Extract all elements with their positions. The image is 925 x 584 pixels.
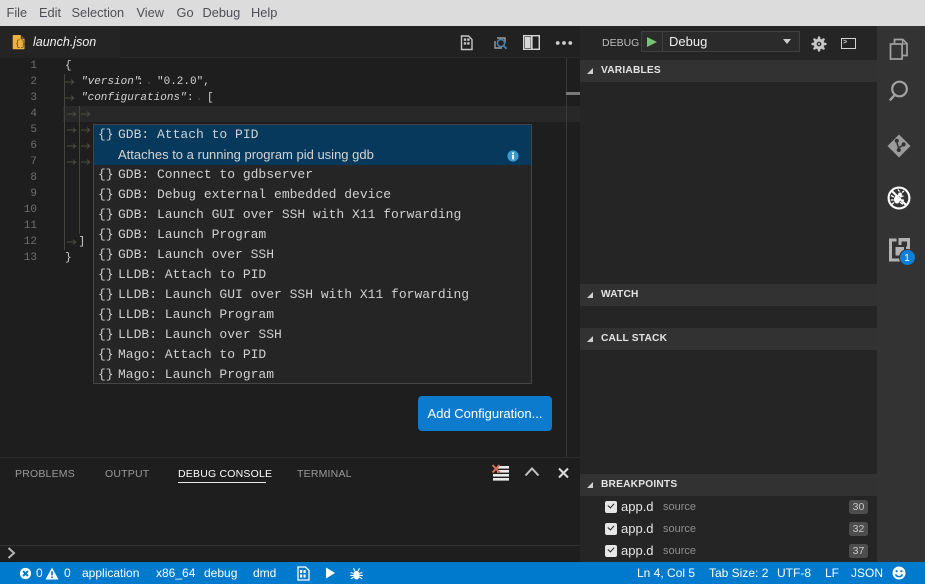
svg-text:{}: {}	[15, 39, 26, 49]
